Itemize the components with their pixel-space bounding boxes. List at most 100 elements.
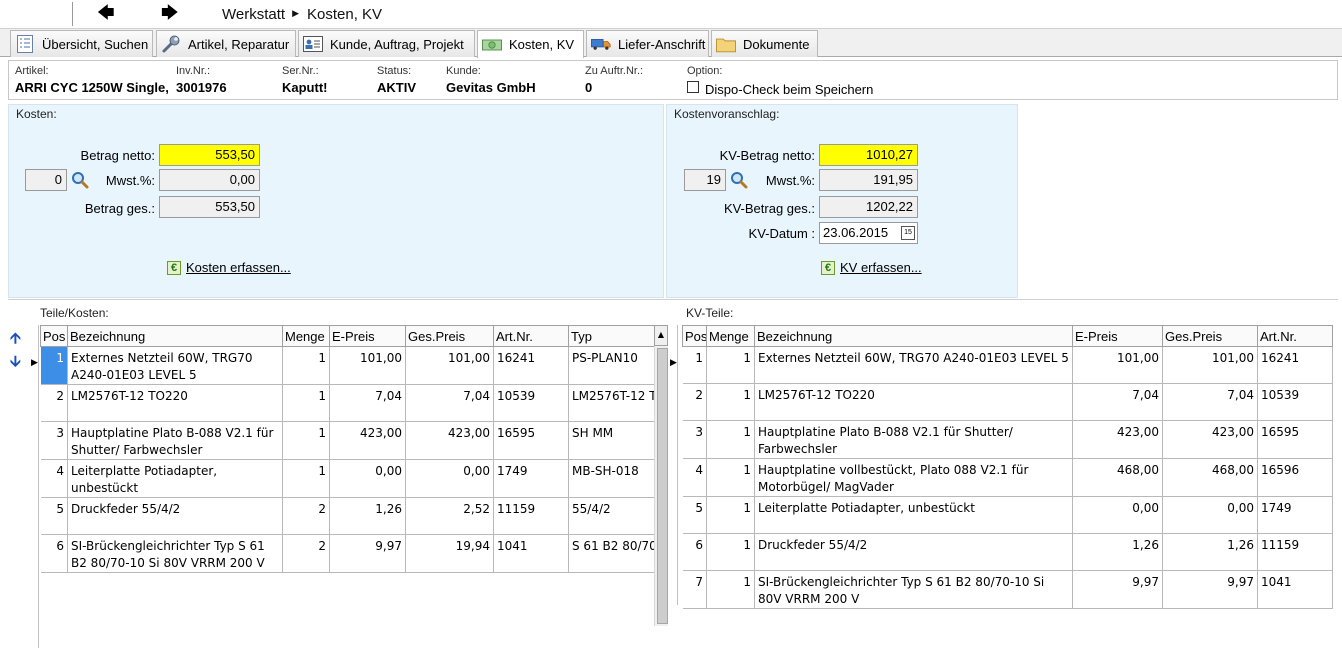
table-cell[interactable]: Externes Netzteil 60W, TRG70 A240-01E03 … [754,346,1073,384]
table-cell[interactable]: Hauptplatine Plato B-088 V2.1 für Shutte… [67,421,283,460]
teile-header-cell[interactable]: E-Preis [329,325,406,347]
table-cell[interactable]: 1 [706,496,755,534]
table-cell[interactable]: 7,04 [1072,383,1163,421]
table-cell[interactable]: 19,94 [405,534,494,573]
table-cell[interactable]: 4 [682,458,707,497]
table-row[interactable]: 3 1 Hauptplatine Plato B-088 V2.1 für Shut… [682,420,1333,459]
betrag-netto-field[interactable]: 553,50 [159,144,260,166]
table-cell[interactable]: 2 [282,497,330,535]
kv-header-cell[interactable]: E-Preis [1072,325,1163,347]
kv-header-cell[interactable]: Bezeichnung [754,325,1073,347]
table-cell[interactable]: 1 [706,533,755,571]
table-cell[interactable]: 2,52 [405,497,494,535]
table-cell[interactable]: Druckfeder 55/4/2 [67,497,283,535]
table-cell[interactable]: 0,00 [1162,496,1258,534]
table-cell[interactable]: 101,00 [329,346,406,385]
table-cell[interactable]: SI-Brückengleichrichter Typ S 61 B2 80/7… [67,534,283,573]
table-cell[interactable]: Leiterplatte Potiadapter, unbestückt [67,459,283,498]
table-cell[interactable]: 468,00 [1162,458,1258,497]
table-cell[interactable]: 1 [282,459,330,498]
tab-artikel-reparatur[interactable]: Artikel, Reparatur [156,30,296,57]
kv-erfassen-link[interactable]: € KV erfassen... [821,260,922,275]
table-cell[interactable]: 16241 [1257,346,1333,384]
table-cell[interactable]: 2 [40,384,68,422]
table-cell[interactable]: Druckfeder 55/4/2 [754,533,1073,571]
table-cell[interactable]: LM2576T-12 T [568,384,655,422]
teile-header-cell[interactable]: Art.Nr. [493,325,569,347]
breadcrumb-root[interactable]: Werkstatt [222,6,285,23]
table-cell[interactable]: 16595 [1257,420,1333,459]
table-cell[interactable]: 7 [682,570,707,609]
table-cell[interactable]: 7,04 [1162,383,1258,421]
table-cell[interactable]: 11159 [1257,533,1333,571]
table-cell[interactable]: S 61 B2 80/70- [568,534,655,573]
table-cell[interactable]: 1,26 [1162,533,1258,571]
table-cell[interactable]: 16595 [493,421,569,460]
dispo-checkbox-label[interactable]: Dispo-Check beim Speichern [705,82,873,97]
table-cell[interactable]: 101,00 [405,346,494,385]
table-cell[interactable]: 1 [706,383,755,421]
table-cell[interactable]: 1 [706,346,755,384]
table-row[interactable]: 4 Leiterplatte Potiadapter, unbestückt 1 0,… [40,459,655,498]
table-cell[interactable]: 5 [682,496,707,534]
table-cell[interactable]: 55/4/2 [568,497,655,535]
table-row[interactable]: 6 1 Druckfeder 55/4/2 1,26 1,26 11159 [682,533,1333,571]
teile-header-cell[interactable]: Pos [40,325,68,347]
table-row[interactable]: 3 Hauptplatine Plato B-088 V2.1 für Shutt… [40,421,655,460]
table-cell[interactable]: 16596 [1257,458,1333,497]
table-cell[interactable]: SH MM [568,421,655,460]
teile-vertical-scrollbar[interactable] [654,346,668,626]
teile-header-cell[interactable]: Bezeichnung [67,325,283,347]
arrow-right-icon[interactable]: 🡆 [161,4,179,22]
table-cell[interactable]: SI-Brückengleichrichter Typ S 61 B2 80/7… [754,570,1073,609]
table-cell[interactable]: 11159 [493,497,569,535]
betrag-ges-field[interactable]: 553,50 [159,196,260,218]
table-cell[interactable]: 9,97 [329,534,406,573]
table-row[interactable]: 5 1 Leiterplatte Potiadapter, unbestückt 0,… [682,496,1333,534]
table-cell[interactable]: 6 [40,534,68,573]
table-cell[interactable]: LM2576T-12 TO220 [754,383,1073,421]
teile-header-cell[interactable]: Ges.Preis [405,325,494,347]
table-cell[interactable]: PS-PLAN10 [568,346,655,385]
table-row[interactable]: 5 Druckfeder 55/4/2 2 1,26 2,52 11159 55/4/2 [40,497,655,535]
tab-kosten-kv[interactable]: Kosten, KV [477,30,584,58]
table-row[interactable]: 2 LM2576T-12 TO220 1 7,04 7,04 10539 LM2576T-1… [40,384,655,422]
kv-header-cell[interactable]: Pos [682,325,707,347]
table-cell[interactable]: MB-SH-018 [568,459,655,498]
kv-header-cell[interactable]: Menge [706,325,755,347]
kv-datum-field[interactable]: 23.06.2015 15 [819,222,918,244]
table-cell[interactable]: 1 [682,346,707,384]
kv-mwst-code-field[interactable]: 19 [684,169,726,191]
table-row[interactable]: 1 1 Externes Netzteil 60W, TRG70 A240-01E0… [682,346,1333,384]
table-cell[interactable]: 5 [40,497,68,535]
table-cell[interactable]: 16241 [493,346,569,385]
tab-uebersicht[interactable]: Übersicht, Suchen [10,30,153,57]
table-cell[interactable]: 2 [282,534,330,573]
table-cell[interactable]: 1 [282,346,330,385]
arrow-left-icon[interactable]: 🡄 [97,4,115,22]
table-cell[interactable]: 101,00 [1162,346,1258,384]
table-cell[interactable]: 10539 [1257,383,1333,421]
table-cell[interactable]: 101,00 [1072,346,1163,384]
table-cell[interactable]: 7,04 [329,384,406,422]
calendar-icon[interactable]: 15 [901,226,915,240]
table-cell[interactable]: 423,00 [1162,420,1258,459]
table-cell[interactable]: 1749 [493,459,569,498]
kv-mwst-field[interactable]: 191,95 [819,169,918,191]
table-cell[interactable]: 1 [282,384,330,422]
table-row[interactable]: 1 Externes Netzteil 60W, TRG70 A240-01E03… [40,346,655,385]
table-cell[interactable]: Externes Netzteil 60W, TRG70 A240-01E03 … [67,346,283,385]
table-cell[interactable]: 1 [282,421,330,460]
teile-header-cell[interactable]: Menge [282,325,330,347]
tab-kunde-auftrag[interactable]: Kunde, Auftrag, Projekt [298,30,475,57]
table-cell[interactable]: 468,00 [1072,458,1163,497]
table-cell[interactable]: 1 [706,570,755,609]
scrollbar-thumb[interactable] [657,348,668,624]
table-row[interactable]: 4 1 Hauptplatine vollbestückt, Plato 088 V… [682,458,1333,497]
scroll-up-icon[interactable]: ▲ [654,325,668,346]
table-cell[interactable]: 1041 [493,534,569,573]
table-cell[interactable]: 1749 [1257,496,1333,534]
table-cell[interactable]: 0,00 [1072,496,1163,534]
move-down-icon[interactable]: 🡫 [10,351,21,376]
teile-header-cell[interactable]: Typ [568,325,655,347]
